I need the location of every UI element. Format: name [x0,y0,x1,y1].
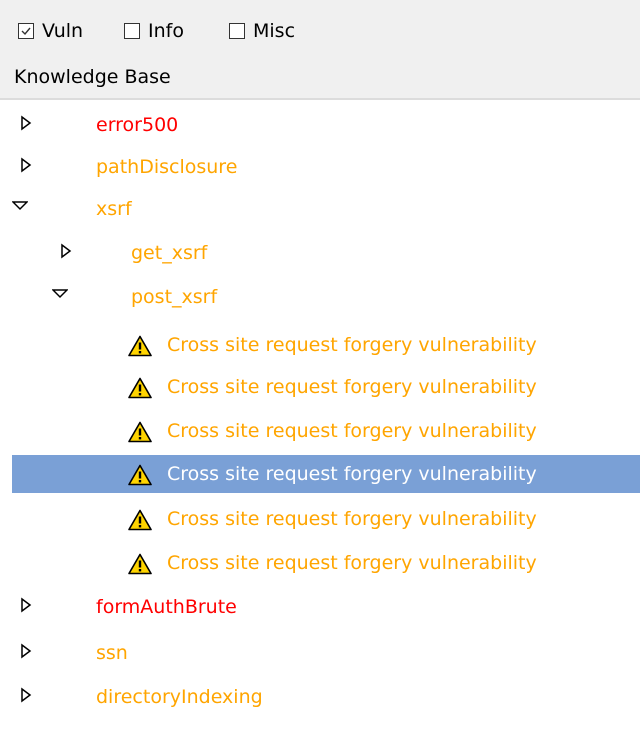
filter-info[interactable]: Info [124,19,184,43]
vuln-checkbox[interactable] [18,23,34,39]
vulnerability-item[interactable]: Cross site request forgery vulnerability [12,326,640,364]
info-label: Info [148,20,184,42]
tree-item-label: get_xsrf [131,242,208,264]
filter-bar: Vuln Info Misc [0,0,640,58]
collapse-arrow-icon[interactable] [12,199,28,217]
tree-item-label: xsrf [96,198,132,220]
tree-item-ssn[interactable]: ssn [12,634,640,672]
tree-item-label: post_xsrf [131,286,218,308]
vulnerability-item[interactable]: Cross site request forgery vulnerability [12,368,640,406]
expand-arrow-icon[interactable] [20,687,36,705]
vulnerability-item[interactable]: Cross site request forgery vulnerability [12,412,640,450]
tree-item-error500[interactable]: error500 [12,106,640,144]
vulnerability-label: Cross site request forgery vulnerability [167,420,537,442]
tree-item-formauthbrute[interactable]: formAuthBrute [12,588,640,626]
vulnerability-label: Cross site request forgery vulnerability [167,508,537,530]
vulnerability-item[interactable]: Cross site request forgery vulnerability [12,544,640,582]
tree-item-label: error500 [96,114,179,136]
tree-item-pathdisclosure[interactable]: pathDisclosure [12,148,640,186]
tree-item-get-xsrf[interactable]: get_xsrf [12,234,640,272]
expand-arrow-icon[interactable] [20,157,36,175]
vulnerability-item-selected[interactable]: Cross site request forgery vulnerability [12,455,640,493]
vulnerability-label: Cross site request forgery vulnerability [167,552,537,574]
warning-icon [128,464,152,486]
tree-item-xsrf[interactable]: xsrf [12,190,640,228]
expand-arrow-icon[interactable] [20,597,36,615]
warning-icon [128,509,152,531]
misc-checkbox[interactable] [229,23,245,39]
warning-icon [128,421,152,443]
tree-item-post-xsrf[interactable]: post_xsrf [12,278,640,316]
knowledge-base-title: Knowledge Base [14,66,171,88]
checkmark-icon [21,27,31,36]
warning-icon [128,553,152,575]
knowledge-base-header[interactable]: Knowledge Base [0,58,640,100]
warning-icon [128,335,152,357]
tree-item-directoryindexing[interactable]: directoryIndexing [12,678,640,716]
vulnerability-item[interactable]: Cross site request forgery vulnerability [12,500,640,538]
info-checkbox[interactable] [124,23,140,39]
vuln-label: Vuln [42,20,84,42]
misc-label: Misc [253,20,296,42]
collapse-arrow-icon[interactable] [52,287,68,305]
vulnerability-label: Cross site request forgery vulnerability [167,334,537,356]
tree-item-label: directoryIndexing [96,686,263,708]
warning-icon [128,377,152,399]
tree-item-label: ssn [96,642,128,664]
expand-arrow-icon[interactable] [20,643,36,661]
vulnerability-label: Cross site request forgery vulnerability [167,463,537,485]
filter-vuln[interactable]: Vuln [18,19,83,43]
expand-arrow-icon[interactable] [60,243,76,261]
vulnerability-label: Cross site request forgery vulnerability [167,376,537,398]
expand-arrow-icon[interactable] [20,115,36,133]
filter-misc[interactable]: Misc [229,19,295,43]
tree-item-label: formAuthBrute [96,596,237,618]
tree-item-label: pathDisclosure [96,156,238,178]
